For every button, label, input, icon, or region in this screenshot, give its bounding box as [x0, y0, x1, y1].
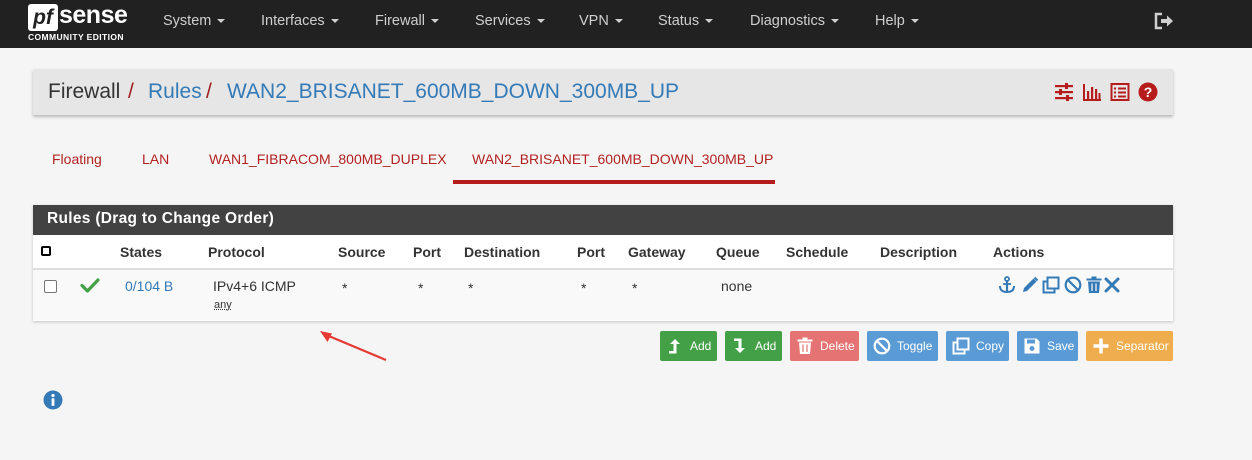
column-header-destination: Destination [464, 244, 541, 260]
column-header-description: Description [880, 244, 958, 260]
separator-label: Separator [1116, 339, 1169, 353]
nav-status-label: Status [658, 13, 700, 29]
toggle-button[interactable]: Toggle [867, 331, 938, 361]
add-bottom-label: Add [755, 339, 777, 353]
cell-destination: * [468, 280, 474, 296]
row-select-checkbox[interactable] [44, 280, 57, 293]
question-circle-icon[interactable]: ? [1138, 82, 1158, 102]
add-bottom-button[interactable]: Add [725, 331, 782, 361]
toggle-label: Toggle [897, 339, 933, 353]
pencil-icon[interactable] [1021, 276, 1039, 294]
trash-icon[interactable] [1085, 276, 1103, 294]
breadcrumb-rules-link[interactable]: Rules [148, 69, 202, 115]
breadcrumb-separator: / [206, 80, 212, 103]
sign-out-icon[interactable] [1154, 12, 1174, 30]
column-header-actions: Actions [993, 244, 1045, 260]
nav-interfaces[interactable]: Interfaces [261, 0, 339, 48]
tab-lan[interactable]: LAN [142, 146, 169, 184]
tab-wan2-active[interactable]: WAN2_BRISANET_600MB_DOWN_300MB_UP [472, 146, 773, 184]
caret-down-icon [705, 19, 714, 24]
ban-icon [873, 337, 891, 355]
column-header-states: States [120, 244, 163, 260]
nav-help[interactable]: Help [875, 0, 919, 48]
select-all-checkbox[interactable] [41, 246, 51, 256]
clone-icon[interactable] [1042, 276, 1060, 294]
clone-icon [952, 337, 970, 355]
pfsense-logo[interactable]: pf sense COMMUNITY EDITION [28, 1, 136, 44]
cell-queue: none [721, 278, 753, 294]
top-navbar: pf sense COMMUNITY EDITION System Interf… [0, 0, 1252, 48]
delete-label: Delete [820, 339, 855, 353]
caret-down-icon [536, 19, 545, 24]
column-header-schedule: Schedule [786, 244, 849, 260]
arrow-up-icon [669, 339, 680, 354]
nav-status[interactable]: Status [658, 0, 714, 48]
anchor-icon[interactable] [998, 276, 1016, 294]
save-button[interactable]: Save [1017, 331, 1078, 361]
breadcrumb-firewall: Firewall [48, 80, 121, 103]
caret-down-icon [430, 19, 439, 24]
nav-vpn-label: VPN [579, 13, 609, 29]
check-icon [80, 278, 100, 293]
add-top-button[interactable]: Add [660, 331, 717, 361]
delete-button[interactable]: Delete [790, 331, 859, 361]
cell-gateway: * [632, 280, 638, 296]
save-label: Save [1047, 339, 1075, 353]
cell-dest-port: * [581, 280, 587, 296]
column-header-protocol: Protocol [208, 244, 265, 260]
copy-label: Copy [976, 339, 1005, 353]
breadcrumb-interface-link[interactable]: WAN2_BRISANET_600MB_DOWN_300MB_UP [227, 69, 679, 115]
breadcrumb: Firewall / Rules / WAN2_BRISANET_600MB_D… [33, 69, 1173, 115]
copy-button[interactable]: Copy [946, 331, 1009, 361]
bar-chart-icon[interactable] [1082, 82, 1102, 102]
nav-services[interactable]: Services [475, 0, 545, 48]
column-header-queue: Queue [716, 244, 760, 260]
list-icon[interactable] [1110, 82, 1130, 102]
tab-floating[interactable]: Floating [52, 146, 102, 184]
active-tab-indicator [453, 180, 775, 184]
separator-button[interactable]: Separator [1086, 331, 1173, 361]
ban-icon[interactable] [1064, 276, 1082, 294]
nav-services-label: Services [475, 13, 531, 29]
annotation-arrow-icon [320, 331, 387, 362]
cell-source: * [342, 280, 348, 296]
caret-down-icon [614, 19, 623, 24]
nav-diagnostics-label: Diagnostics [750, 13, 825, 29]
save-icon [1024, 338, 1040, 354]
logo-pf: pf [28, 4, 58, 31]
nav-firewall[interactable]: Firewall [375, 0, 439, 48]
trash-icon [797, 337, 813, 354]
logo-edition: COMMUNITY EDITION [28, 32, 124, 42]
info-circle-icon[interactable] [43, 390, 63, 410]
logo-sense: sense [59, 1, 128, 29]
caret-down-icon [217, 19, 226, 24]
nav-system[interactable]: System [163, 0, 226, 48]
nav-system-label: System [163, 13, 212, 29]
column-header-gateway: Gateway [628, 244, 686, 260]
panel-title: Rules (Drag to Change Order) [33, 205, 1173, 235]
breadcrumb-separator: / [128, 80, 134, 103]
caret-down-icon [830, 19, 839, 24]
nav-vpn[interactable]: VPN [579, 0, 623, 48]
arrow-down-icon [734, 338, 745, 353]
states-link[interactable]: 0/104 B [125, 278, 173, 294]
svg-text:?: ? [1144, 84, 1153, 100]
sliders-icon[interactable] [1054, 82, 1074, 102]
cell-protocol: IPv4+6 ICMP [213, 278, 296, 294]
add-top-label: Add [690, 339, 712, 353]
column-header-dest-port: Port [577, 244, 605, 260]
cell-icmp-type[interactable]: any [214, 299, 232, 311]
tab-wan1[interactable]: WAN1_FIBRACOM_800MB_DUPLEX [209, 146, 447, 184]
column-header-port: Port [413, 244, 441, 260]
nav-diagnostics[interactable]: Diagnostics [750, 0, 839, 48]
plus-icon [1093, 338, 1109, 354]
column-header-source: Source [338, 244, 386, 260]
nav-interfaces-label: Interfaces [261, 13, 325, 29]
caret-down-icon [330, 19, 339, 24]
nav-firewall-label: Firewall [375, 13, 425, 29]
cell-port: * [418, 280, 424, 296]
caret-down-icon [910, 19, 919, 24]
times-icon[interactable] [1103, 276, 1121, 294]
nav-help-label: Help [875, 13, 905, 29]
